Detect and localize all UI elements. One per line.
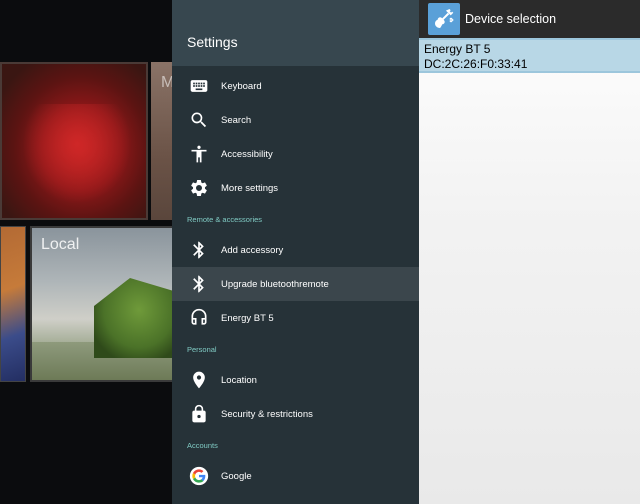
settings-item-label: Keyboard: [221, 80, 262, 92]
dialog-title-bar: Device selection: [419, 0, 640, 38]
google-icon: [188, 465, 210, 487]
settings-item-label: Location: [221, 374, 257, 386]
settings-item-label: Google: [221, 470, 252, 482]
guitar-bluetooth-app-icon: [428, 3, 460, 35]
section-header-personal: Personal: [187, 345, 217, 354]
settings-item-label: Energy BT 5: [221, 312, 274, 324]
launcher-tile-local[interactable]: Local: [30, 226, 172, 382]
page-title: Settings: [187, 34, 238, 50]
device-name: Energy BT 5: [424, 42, 491, 56]
section-header-accounts: Accounts: [187, 441, 218, 450]
settings-item-label: Add accessory: [221, 244, 284, 256]
bluetooth-icon: [188, 273, 210, 295]
location-pin-icon: [188, 369, 210, 391]
device-list-item[interactable]: Energy BT 5 DC:2C:26:F0:33:41: [419, 38, 640, 73]
launcher-tile-heart[interactable]: [0, 62, 148, 220]
accessibility-icon: [188, 143, 210, 165]
gear-icon: [188, 177, 210, 199]
settings-item-energy-bt5[interactable]: Energy BT 5: [172, 301, 419, 335]
headset-icon: [188, 307, 210, 329]
tile-local-label: Local: [41, 236, 80, 253]
launcher-tile-partial[interactable]: [0, 226, 26, 382]
launcher-background: M Local: [0, 0, 172, 504]
dialog-title: Device selection: [465, 12, 557, 26]
tile-label-partial: M: [161, 74, 172, 91]
settings-item-keyboard[interactable]: Keyboard: [172, 69, 419, 103]
settings-item-label: Accessibility: [221, 148, 273, 160]
lock-icon: [188, 403, 210, 425]
bluetooth-icon: [188, 239, 210, 261]
grass-house-image: [94, 278, 172, 358]
settings-item-add-accessory[interactable]: Add accessory: [172, 233, 419, 267]
settings-item-label: More settings: [221, 182, 279, 194]
settings-panel: Settings Keyboard Search Accessibility M…: [172, 0, 419, 504]
settings-item-google[interactable]: Google: [172, 459, 419, 493]
heart-image: [22, 104, 132, 204]
settings-item-accessibility[interactable]: Accessibility: [172, 137, 419, 171]
keyboard-icon: [188, 75, 210, 97]
section-header-remote: Remote & accessories: [187, 215, 263, 224]
settings-item-label: Security & restrictions: [221, 408, 313, 420]
settings-item-more-settings[interactable]: More settings: [172, 171, 419, 205]
settings-item-upgrade-bluetoothremote[interactable]: Upgrade bluetoothremote: [172, 267, 419, 301]
settings-item-search[interactable]: Search: [172, 103, 419, 137]
search-icon: [188, 109, 210, 131]
device-selection-dialog: Device selection Energy BT 5 DC:2C:26:F0…: [419, 0, 640, 504]
launcher-tile-music[interactable]: M: [151, 62, 172, 220]
settings-item-security[interactable]: Security & restrictions: [172, 397, 419, 431]
device-address: DC:2C:26:F0:33:41: [424, 57, 528, 71]
settings-item-label: Search: [221, 114, 252, 126]
settings-item-label: Upgrade bluetoothremote: [221, 278, 329, 290]
settings-header: Settings: [172, 0, 419, 66]
settings-item-location[interactable]: Location: [172, 363, 419, 397]
